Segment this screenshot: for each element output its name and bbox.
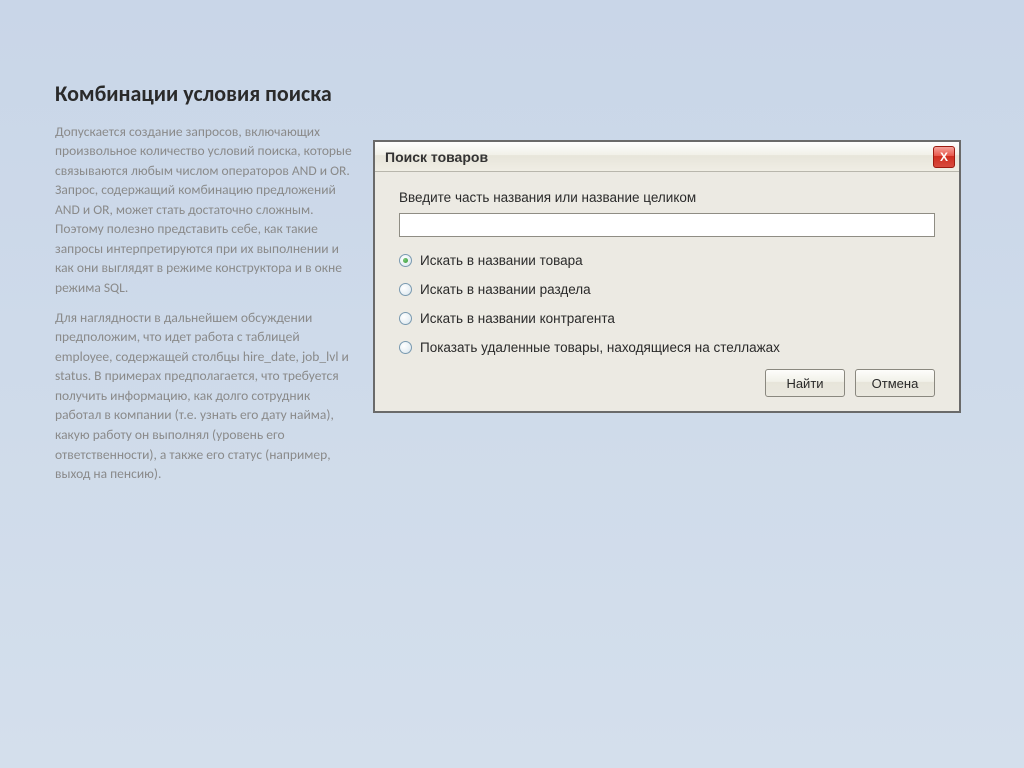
- radio-icon: [399, 341, 412, 354]
- radio-icon: [399, 283, 412, 296]
- dialog-titlebar[interactable]: Поиск товаров X: [375, 142, 959, 172]
- find-button[interactable]: Найти: [765, 369, 845, 397]
- input-label: Введите часть названия или название цели…: [399, 190, 935, 205]
- dialog-title: Поиск товаров: [385, 149, 488, 165]
- radio-label: Искать в названии товара: [420, 253, 583, 268]
- search-dialog: Поиск товаров X Введите часть названия и…: [373, 140, 961, 413]
- body-paragraph-1: Допускается создание запросов, включающи…: [55, 122, 355, 298]
- radio-label: Искать в названии контрагента: [420, 311, 615, 326]
- slide-title: Комбинации условия поиска: [55, 80, 355, 108]
- cancel-button[interactable]: Отмена: [855, 369, 935, 397]
- search-input[interactable]: [399, 213, 935, 237]
- radio-icon: [399, 254, 412, 267]
- radio-label: Показать удаленные товары, находящиеся н…: [420, 340, 780, 355]
- radio-option-product-name[interactable]: Искать в названии товара: [399, 253, 935, 268]
- radio-option-counterparty-name[interactable]: Искать в названии контрагента: [399, 311, 935, 326]
- close-icon: X: [940, 150, 948, 164]
- radio-icon: [399, 312, 412, 325]
- radio-option-section-name[interactable]: Искать в названии раздела: [399, 282, 935, 297]
- close-button[interactable]: X: [933, 146, 955, 168]
- radio-option-deleted-on-shelves[interactable]: Показать удаленные товары, находящиеся н…: [399, 340, 935, 355]
- body-paragraph-2: Для наглядности в дальнейшем обсуждении …: [55, 308, 355, 484]
- radio-label: Искать в названии раздела: [420, 282, 591, 297]
